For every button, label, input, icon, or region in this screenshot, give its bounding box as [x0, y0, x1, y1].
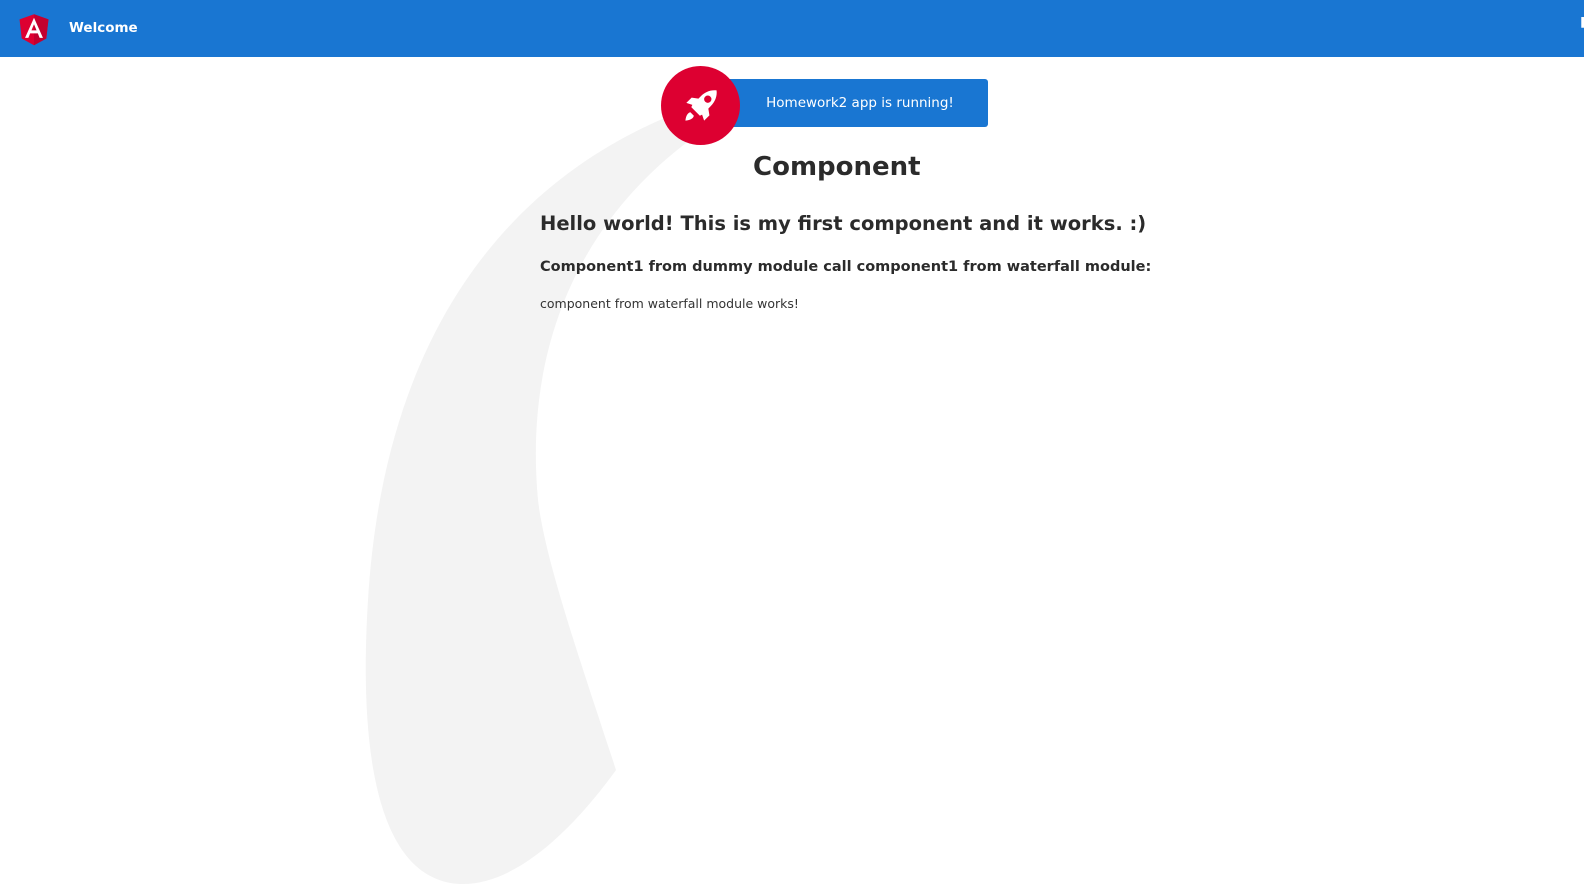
toolbar-edge-icon: ▮ — [1580, 14, 1584, 30]
app-running-banner: Homework2 app is running! — [724, 79, 988, 127]
waterfall-component-text: component from waterfall module works! — [540, 296, 799, 311]
component1-subheading: Component1 from dummy module call compon… — [540, 259, 1152, 275]
page-title: Component — [753, 152, 921, 182]
toolbar-title: Welcome — [69, 20, 138, 36]
background-trail — [365, 108, 690, 885]
rocket-badge — [661, 66, 740, 145]
top-toolbar: Welcome ▮ — [0, 0, 1584, 57]
app-running-text: Homework2 app is running! — [766, 95, 954, 111]
rocket-icon — [685, 90, 717, 121]
hello-heading: Hello world! This is my first component … — [540, 212, 1147, 235]
angular-logo-icon[interactable] — [18, 12, 50, 46]
